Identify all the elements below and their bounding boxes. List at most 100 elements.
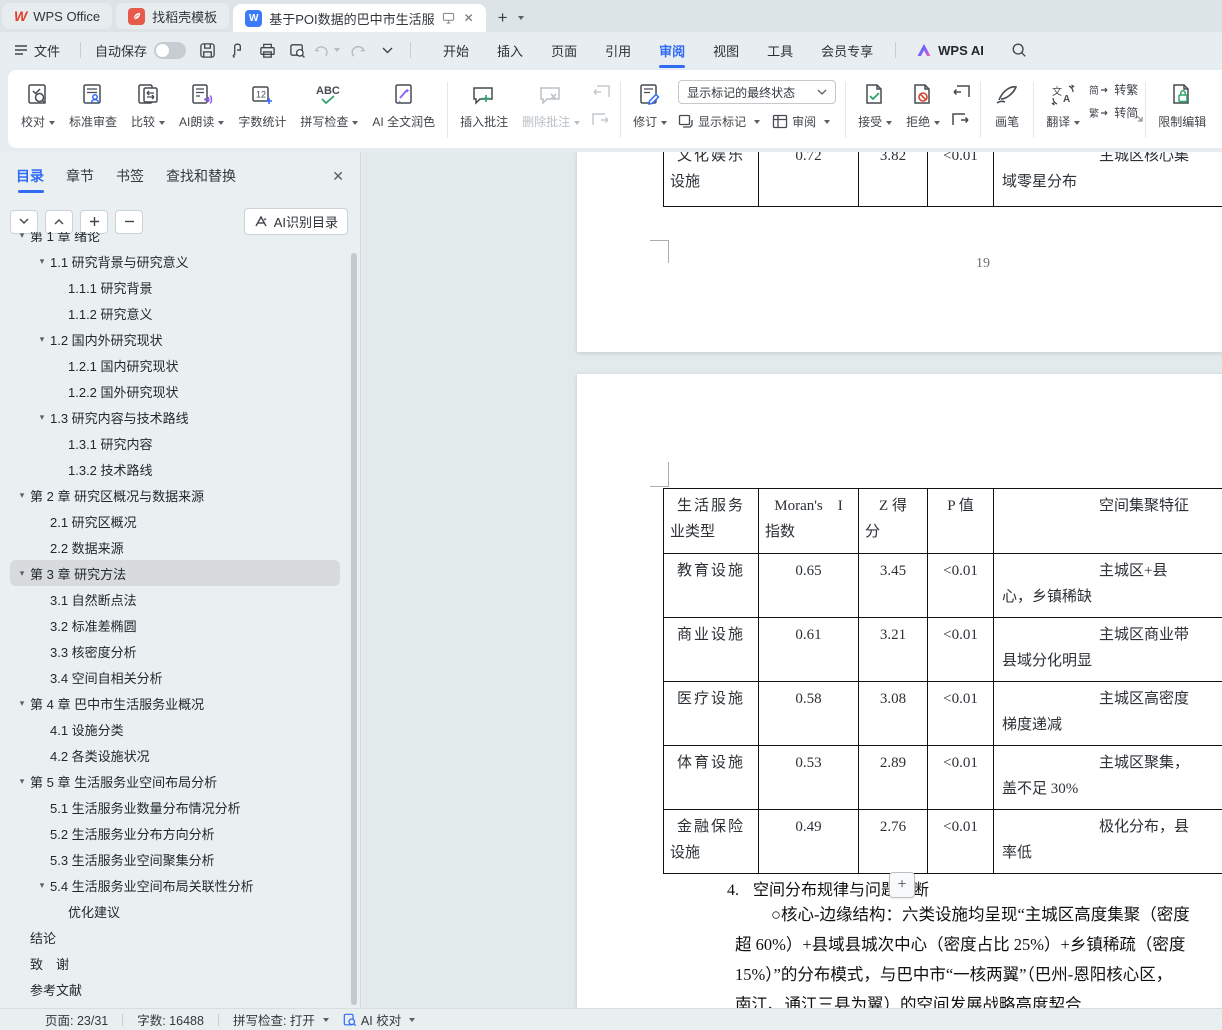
insert-plus-button[interactable]: +	[889, 872, 915, 898]
toc-item[interactable]: 1.3.2 技术路线	[10, 456, 340, 482]
document-page-19[interactable]: 文化娱乐 设施 0.72 3.82 <0.01 主城区核心集 域零星分布 19	[577, 152, 1222, 352]
toc-item[interactable]: ▾ 第 1 章 绪论	[10, 232, 340, 248]
word-count-button[interactable]: 12 字数统计	[231, 76, 293, 132]
save-button[interactable]	[194, 38, 220, 62]
toc-item[interactable]: 1.2.1 国内研究现状	[10, 352, 340, 378]
toc-item[interactable]: ▾ 第 2 章 研究区概况与数据来源	[10, 482, 340, 508]
format-painter-button[interactable]	[224, 38, 250, 62]
search-button[interactable]	[1006, 38, 1032, 62]
toc-expand-icon[interactable]: ▾	[14, 568, 30, 579]
tab-docer-templates[interactable]: 找稻壳模板	[116, 3, 230, 29]
reject-button[interactable]: 拒绝	[899, 76, 947, 132]
proofread-button[interactable]: 校对	[14, 76, 62, 132]
sidebar-tab-find-replace[interactable]: 查找和替换	[166, 166, 236, 186]
spell-check-button[interactable]: ABC 拼写检查	[293, 76, 365, 132]
close-sidebar-icon[interactable]: ✕	[332, 168, 344, 185]
toc-item[interactable]: ▾ 1.2 国内外研究现状	[10, 326, 340, 352]
close-tab-icon[interactable]: ✕	[464, 11, 474, 25]
menu-tab-reference[interactable]: 引用	[591, 33, 645, 68]
file-menu-button[interactable]: 文件	[0, 41, 72, 60]
print-preview-button[interactable]	[284, 38, 310, 62]
toc-expand-icon[interactable]: ▾	[34, 334, 50, 345]
to-simplified-button[interactable]: 繁 转简	[1089, 104, 1138, 121]
to-traditional-button[interactable]: 简 转繁	[1089, 81, 1138, 98]
tab-list-chevron-icon[interactable]	[517, 16, 524, 20]
previous-change-button[interactable]	[949, 82, 973, 102]
toc-item[interactable]: 参考文献	[10, 976, 340, 1002]
toc-item[interactable]: 5.1 生活服务业数量分布情况分析	[10, 794, 340, 820]
zoom-in-outline-button[interactable]	[80, 209, 108, 234]
standard-review-button[interactable]: 标准审查	[62, 76, 124, 132]
menu-tab-view[interactable]: 视图	[699, 33, 753, 68]
toc-item[interactable]: 2.1 研究区概况	[10, 508, 340, 534]
insert-comment-button[interactable]: 插入批注	[453, 76, 515, 132]
toc-item[interactable]: 优化建议	[10, 898, 340, 924]
toc-item[interactable]: 1.3.1 研究内容	[10, 430, 340, 456]
toc-item[interactable]: ▾ 第 4 章 巴中市生活服务业概况	[10, 690, 340, 716]
toc-item[interactable]: 4.1 设施分类	[10, 716, 340, 742]
redo-button[interactable]	[344, 38, 370, 62]
menu-tab-tools[interactable]: 工具	[753, 33, 807, 68]
wps-ai-button[interactable]: WPS AI	[904, 43, 996, 58]
expand-all-button[interactable]	[10, 209, 38, 234]
restrict-editing-button[interactable]: 限制编辑	[1151, 76, 1213, 132]
menu-tab-page[interactable]: 页面	[537, 33, 591, 68]
delete-comment-button[interactable]: 删除批注	[515, 76, 587, 132]
ai-detect-outline-button[interactable]: AI识别目录	[243, 208, 348, 235]
track-changes-button[interactable]: 修订	[626, 76, 674, 132]
menu-tab-review[interactable]: 审阅	[645, 33, 699, 68]
page-indicator[interactable]: 页面: 23/31	[45, 1010, 108, 1029]
toc-expand-icon[interactable]: ▾	[14, 698, 30, 709]
menu-tab-member[interactable]: 会员专享	[807, 33, 887, 68]
spellcheck-indicator[interactable]: 拼写检查: 打开	[233, 1010, 329, 1029]
print-button[interactable]	[254, 38, 280, 62]
sidebar-tab-bookmarks[interactable]: 书签	[116, 166, 144, 186]
compare-button[interactable]: 比较	[124, 76, 172, 132]
toc-expand-icon[interactable]: ▾	[14, 232, 30, 241]
autosave-control[interactable]: 自动保存	[89, 41, 192, 60]
toc-expand-icon[interactable]: ▾	[34, 256, 50, 267]
toc-expand-icon[interactable]: ▾	[34, 880, 50, 891]
toc-item[interactable]: 3.4 空间自相关分析	[10, 664, 340, 690]
toc-item[interactable]: ▾ 1.1 研究背景与研究意义	[10, 248, 340, 274]
undo-button[interactable]	[314, 38, 341, 62]
tab-wps-office[interactable]: W WPS Office	[2, 3, 113, 29]
toc-item[interactable]: ▾ 5.4 生活服务业空间布局关联性分析	[10, 872, 340, 898]
new-tab-button[interactable]: +	[498, 8, 508, 28]
customize-quickbar-chevron[interactable]	[374, 38, 400, 62]
sidebar-tab-contents[interactable]: 目录	[16, 166, 44, 193]
toc-item[interactable]: ▾ 第 3 章 研究方法	[10, 560, 340, 586]
toc-item[interactable]: 3.2 标准差椭圆	[10, 612, 340, 638]
toc-item[interactable]: ▾ 1.3 研究内容与技术路线	[10, 404, 340, 430]
ai-proofread-indicator[interactable]: AI 校对	[343, 1010, 416, 1029]
group-expand-icon[interactable]	[1135, 110, 1144, 128]
toc-item[interactable]: 2.2 数据来源	[10, 534, 340, 560]
toc-item[interactable]: 致 谢	[10, 950, 340, 976]
word-count-indicator[interactable]: 字数: 16488	[137, 1010, 204, 1029]
toc-item[interactable]: 3.1 自然断点法	[10, 586, 340, 612]
document-page-20[interactable]: 生活服务 业类型 Moran's I 指数 Z 得分 P 值 空间集聚特征 教育设施…	[577, 374, 1222, 1008]
accept-button[interactable]: 接受	[851, 76, 899, 132]
toc-item[interactable]: 5.3 生活服务业空间聚集分析	[10, 846, 340, 872]
menu-tab-insert[interactable]: 插入	[483, 33, 537, 68]
toc-item[interactable]: 1.1.1 研究背景	[10, 274, 340, 300]
toc-expand-icon[interactable]: ▾	[14, 490, 30, 501]
autosave-toggle[interactable]	[154, 41, 187, 59]
zoom-out-outline-button[interactable]	[115, 209, 143, 234]
tab-current-document[interactable]: W 基于POI数据的巴中市生活服 ✕	[233, 4, 486, 32]
review-pane-button[interactable]: 审阅	[772, 113, 831, 130]
toc-expand-icon[interactable]: ▾	[14, 776, 30, 787]
toc-item[interactable]: 1.2.2 国外研究现状	[10, 378, 340, 404]
ai-read-aloud-button[interactable]: AI朗读	[172, 76, 231, 132]
translate-button[interactable]: 文A 翻译	[1039, 76, 1087, 132]
next-change-button[interactable]	[949, 110, 973, 130]
ink-pen-button[interactable]: 画笔	[986, 76, 1028, 132]
toc-item[interactable]: 3.3 核密度分析	[10, 638, 340, 664]
toc-item[interactable]: 5.2 生活服务业分布方向分析	[10, 820, 340, 846]
next-comment-button[interactable]	[589, 110, 613, 130]
previous-comment-button[interactable]	[589, 82, 613, 102]
menu-tab-home[interactable]: 开始	[429, 33, 483, 68]
collapse-all-button[interactable]	[45, 209, 73, 234]
sidebar-tab-chapters[interactable]: 章节	[66, 166, 94, 186]
markup-state-dropdown[interactable]: 显示标记的最终状态	[678, 80, 837, 104]
